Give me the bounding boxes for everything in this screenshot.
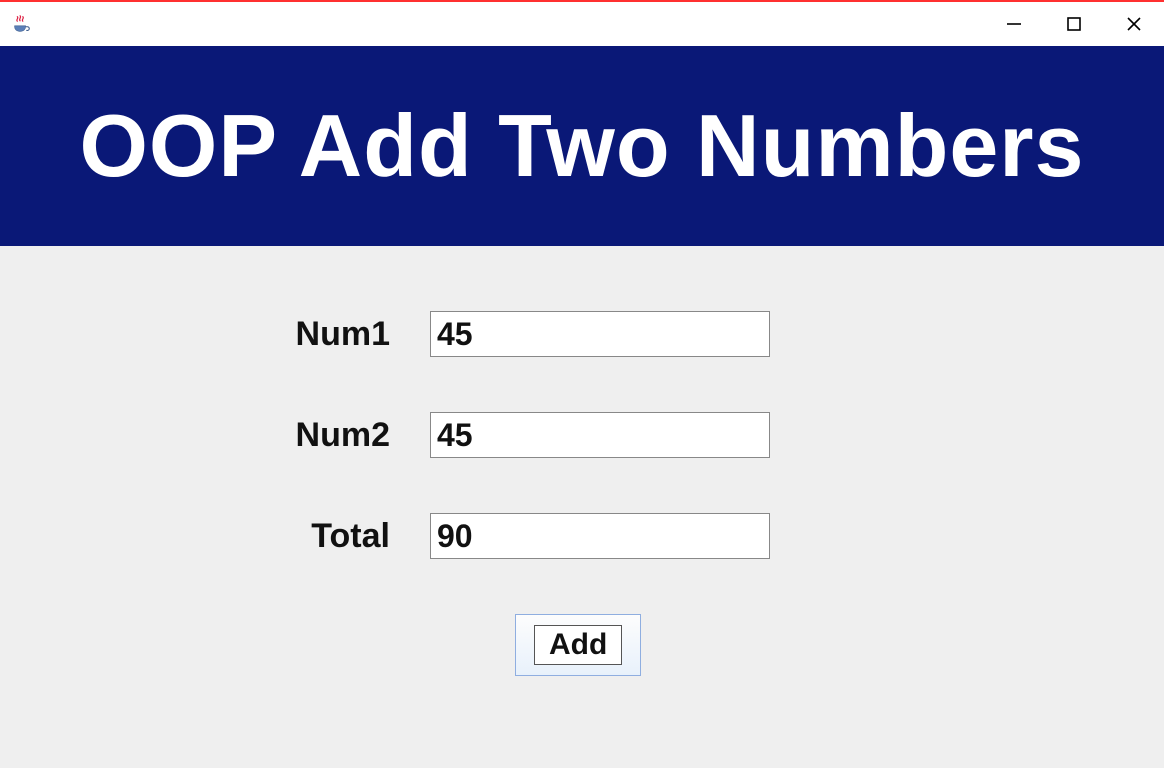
total-label: Total: [230, 517, 430, 556]
num2-label: Num2: [230, 416, 430, 455]
num2-row: Num2: [230, 412, 830, 458]
add-button[interactable]: Add: [515, 614, 641, 676]
maximize-icon: [1065, 15, 1083, 33]
app-window: OOP Add Two Numbers Num1 Num2 Total Add: [0, 0, 1164, 768]
java-cup-icon: [10, 13, 32, 35]
button-row: Add: [230, 614, 830, 676]
maximize-button[interactable]: [1044, 2, 1104, 46]
minimize-icon: [1005, 15, 1023, 33]
total-row: Total: [230, 513, 830, 559]
content-panel: Num1 Num2 Total Add: [0, 246, 1164, 768]
num2-input[interactable]: [430, 412, 770, 458]
close-icon: [1125, 15, 1143, 33]
add-button-label: Add: [534, 625, 622, 665]
header-banner: OOP Add Two Numbers: [0, 46, 1164, 246]
titlebar-left: [10, 13, 32, 35]
window-controls: [984, 2, 1164, 46]
titlebar: [0, 2, 1164, 46]
total-input[interactable]: [430, 513, 770, 559]
minimize-button[interactable]: [984, 2, 1044, 46]
num1-input[interactable]: [430, 311, 770, 357]
close-button[interactable]: [1104, 2, 1164, 46]
num1-label: Num1: [230, 315, 430, 354]
page-title: OOP Add Two Numbers: [79, 95, 1084, 197]
form: Num1 Num2 Total Add: [230, 311, 830, 676]
num1-row: Num1: [230, 311, 830, 357]
